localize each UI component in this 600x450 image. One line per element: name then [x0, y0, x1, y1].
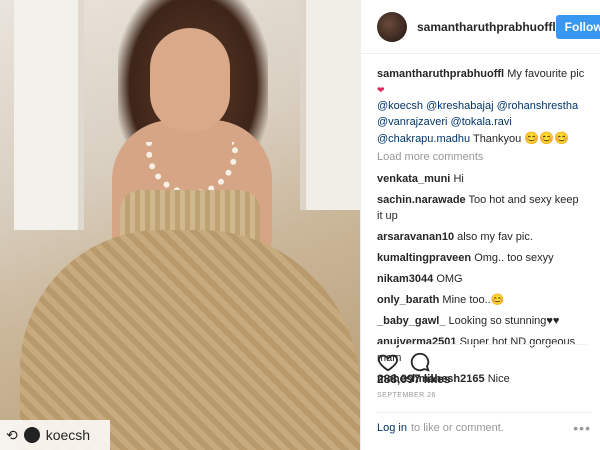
- post-actions: [377, 344, 587, 372]
- caption-text: My favourite pic: [507, 68, 585, 80]
- comment-item: _baby_gawl_ Looking so stunning♥♥: [377, 313, 586, 329]
- comment-username[interactable]: nikam3044: [377, 273, 433, 285]
- comment-item: only_barath Mine too..😊: [377, 292, 586, 308]
- comment-item: sachin.narawade Too hot and sexy keep it…: [377, 192, 586, 224]
- comment-text: Omg.. too sexyy: [474, 252, 554, 264]
- comment-username[interactable]: arsaravanan10: [377, 231, 454, 243]
- mention-link[interactable]: @koecsh: [377, 100, 423, 112]
- repost-avatar: [23, 427, 40, 443]
- comment-text: Hi: [453, 173, 464, 185]
- load-more-comments[interactable]: Load more comments: [377, 149, 586, 165]
- mention-link[interactable]: @chakrapu.madhu: [377, 133, 470, 145]
- comment-icon[interactable]: [409, 351, 431, 373]
- comment-text: Mine too..😊: [442, 294, 505, 306]
- comment-item: kumaltingpraveen Omg.. too sexyy: [377, 250, 586, 266]
- background-window-right: [300, 0, 360, 210]
- post-date: SEPTEMBER 26: [377, 392, 436, 399]
- repost-icon: ⟲: [6, 426, 18, 443]
- comment-item: nikam3044 OMG: [377, 271, 586, 287]
- comment-text: Looking so stunning♥♥: [448, 315, 560, 327]
- post-header: samantharuthprabhuoffl Follow: [361, 0, 600, 54]
- repost-account: koecsh: [45, 427, 91, 443]
- post-sidebar: samantharuthprabhuoffl Follow samantharu…: [360, 0, 600, 450]
- caption-username[interactable]: samantharuthprabhuoffl: [377, 68, 504, 80]
- comment-username[interactable]: kumaltingpraveen: [377, 252, 471, 264]
- comment-item: venkata_muni Hi: [377, 171, 586, 187]
- mention-link[interactable]: @tokala.ravi: [451, 116, 512, 128]
- comment-username[interactable]: only_barath: [377, 294, 439, 306]
- heart-emoji: ❤: [377, 85, 385, 95]
- post-footer: Log in to like or comment. •••: [377, 412, 591, 442]
- thanks-text: Thankyou: [472, 133, 522, 145]
- login-prompt-text: to like or comment.: [410, 421, 504, 434]
- comment-username[interactable]: sachin.narawade: [377, 194, 466, 206]
- post-photo[interactable]: ⟲ koecsh: [0, 0, 360, 450]
- comment-text: Nice: [487, 373, 510, 385]
- more-options-icon[interactable]: •••: [573, 420, 591, 436]
- comment-text: also my fav pic.: [457, 231, 533, 243]
- photo-skirt: [20, 230, 360, 450]
- mention-link[interactable]: @kreshabajaj: [426, 100, 493, 112]
- comment-item: arsaravanan10 also my fav pic.: [377, 229, 586, 245]
- background-window: [14, 0, 84, 230]
- smile-emoji: 😊😊😊: [524, 131, 570, 145]
- heart-icon[interactable]: [377, 351, 399, 373]
- likes-count[interactable]: 288,097 likes: [377, 372, 450, 386]
- mention-link[interactable]: @vanrajzaveri: [377, 116, 447, 128]
- comment-username[interactable]: venkata_muni: [377, 173, 450, 185]
- header-username[interactable]: samantharuthprabhuoffl: [417, 20, 556, 34]
- mention-link[interactable]: @rohanshrestha: [497, 100, 579, 112]
- comment-username[interactable]: _baby_gawl_: [377, 315, 445, 327]
- post-caption: samantharuthprabhuoffl My favourite pic ❤…: [377, 66, 586, 147]
- login-link[interactable]: Log in: [377, 422, 407, 434]
- comment-text: OMG: [436, 273, 463, 285]
- follow-button[interactable]: Follow: [555, 14, 600, 39]
- comments-section: samantharuthprabhuoffl My favourite pic ❤…: [361, 54, 600, 387]
- repost-badge: ⟲ koecsh: [0, 420, 110, 450]
- avatar[interactable]: [377, 11, 407, 42]
- photo-face: [150, 28, 230, 132]
